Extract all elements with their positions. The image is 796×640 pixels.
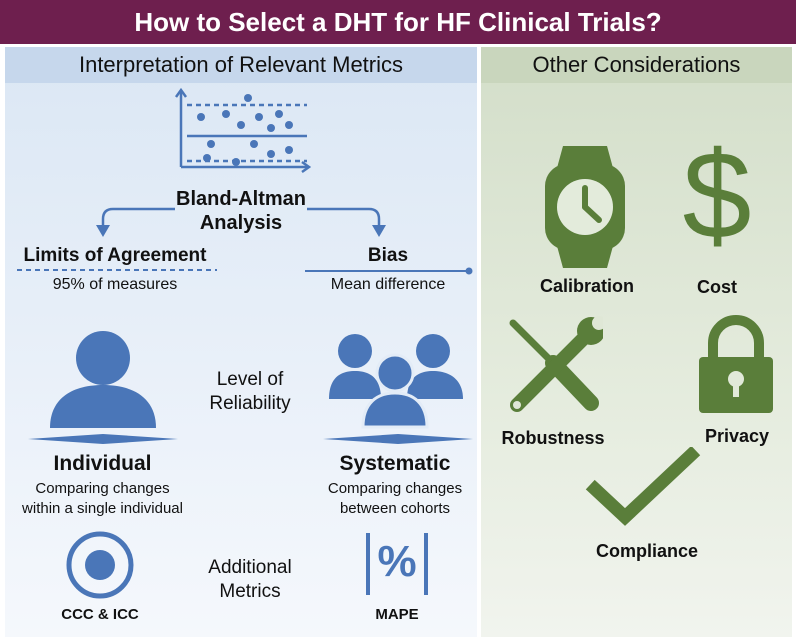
privacy-label: Privacy [704,426,770,446]
considerations-header: Other Considerations [481,47,792,83]
mape-label: MAPE [375,606,419,623]
additional-metrics-label: Additional Metrics [208,557,292,602]
ccc-icc-label: CCC & ICC [61,606,139,623]
individual-title: Individual [53,452,152,475]
systematic-title: Systematic [339,452,451,475]
branch-arrows [96,207,386,237]
dollar-icon: $ [682,127,752,265]
watch-icon [545,146,625,268]
bland-altman-plot-icon [174,87,311,174]
individual-person-icon [28,331,178,444]
limits-of-agreement-title: Limits of Agreement [23,245,207,266]
bias-title: Bias [367,245,409,266]
padlock-icon [699,315,773,413]
metrics-panel: Interpretation of Relevant Metrics Bland… [5,47,477,637]
tools-icon [509,316,603,412]
bias-solid-line [305,267,473,275]
group-people-icon [323,334,473,444]
robustness-label: Robustness [501,428,605,448]
cost-label: Cost [697,277,737,297]
level-of-reliability-label: Level of Reliability [209,369,291,414]
checkmark-icon [585,447,701,526]
metrics-header: Interpretation of Relevant Metrics [5,47,477,83]
percent-abs-icon: % [366,533,428,595]
target-icon [66,531,134,599]
systematic-description: Comparing changes between cohorts [327,480,463,517]
compliance-label: Compliance [595,541,699,561]
considerations-panel: Other Considerations $ Calibration Cost … [481,47,792,637]
bias-subtitle: Mean difference [330,276,446,293]
limits-dashed-line [17,269,217,271]
limits-subtitle: 95% of measures [52,276,178,293]
calibration-label: Calibration [539,276,634,296]
page-title: How to Select a DHT for HF Clinical Tria… [0,0,796,44]
individual-description: Comparing changes within a single indivi… [22,480,183,517]
